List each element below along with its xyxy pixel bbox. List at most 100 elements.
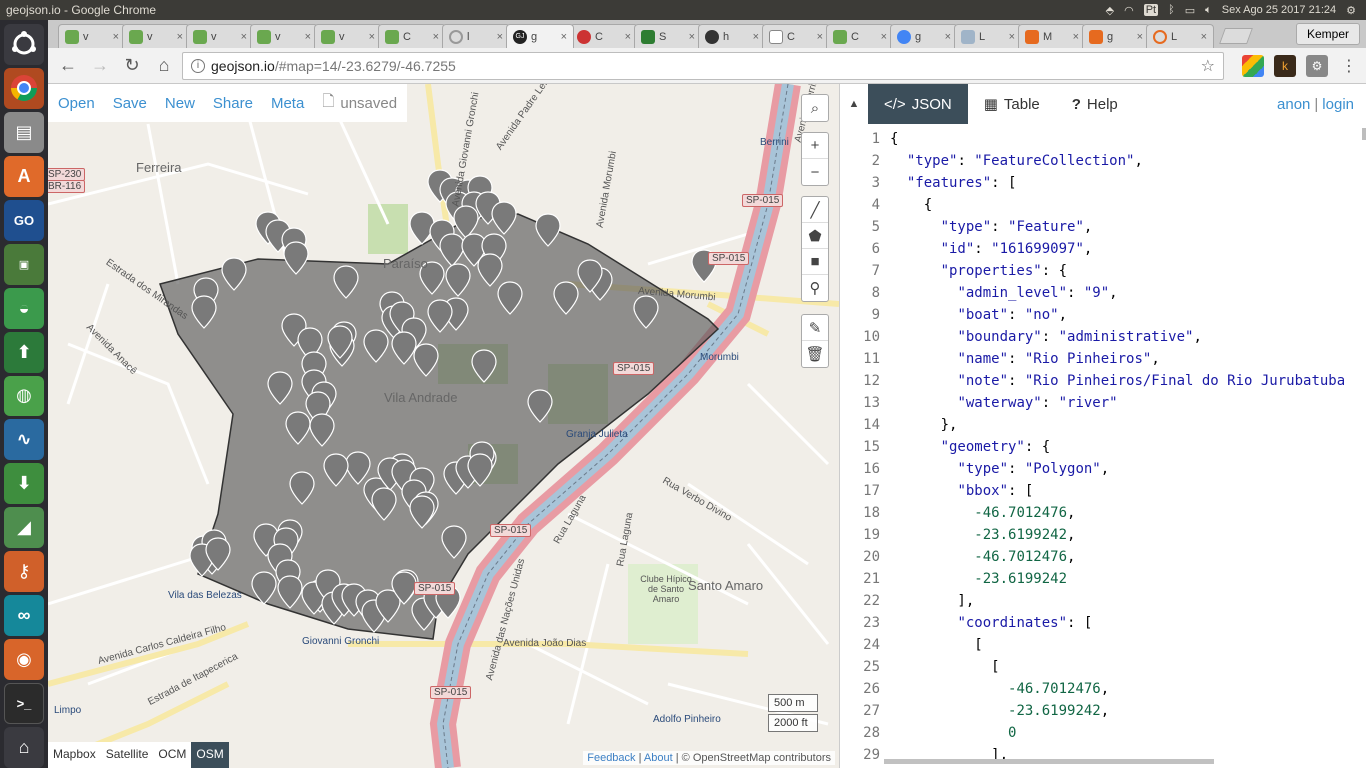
- layer-ocm[interactable]: OCM: [153, 742, 191, 768]
- address-bar[interactable]: i geojson.io/#map=14/-23.6279/-46.7255 ☆: [182, 51, 1224, 80]
- zoom-out-button[interactable]: −: [802, 159, 828, 185]
- map-marker-icon[interactable]: [345, 451, 371, 485]
- map-marker-icon[interactable]: [439, 233, 465, 267]
- meta-button[interactable]: Meta: [271, 95, 304, 112]
- close-icon[interactable]: ×: [369, 31, 375, 43]
- save-button[interactable]: Save: [113, 95, 147, 112]
- close-icon[interactable]: ×: [1009, 31, 1015, 43]
- tab-json[interactable]: </> JSON: [868, 84, 968, 124]
- forward-button[interactable]: →: [86, 52, 114, 80]
- collapse-sidebar-icon[interactable]: ▲: [840, 84, 868, 124]
- map-marker-icon[interactable]: [323, 453, 349, 487]
- browser-tab[interactable]: l ×: [442, 24, 510, 48]
- draw-line-icon[interactable]: ╱: [802, 197, 828, 223]
- mongodb-icon[interactable]: ◍: [4, 375, 44, 417]
- map-marker-icon[interactable]: [309, 413, 335, 447]
- map-marker-icon[interactable]: [427, 299, 453, 333]
- close-icon[interactable]: ×: [305, 31, 311, 43]
- close-icon[interactable]: ×: [433, 31, 439, 43]
- close-icon[interactable]: ×: [241, 31, 247, 43]
- browser-tab[interactable]: C ×: [378, 24, 446, 48]
- map-marker-icon[interactable]: [471, 349, 497, 383]
- info-icon[interactable]: i: [191, 58, 205, 73]
- clock[interactable]: Sex Ago 25 2017 21:24: [1222, 4, 1336, 16]
- draw-rectangle-icon[interactable]: ■: [802, 249, 828, 275]
- browser-tab[interactable]: C ×: [570, 24, 638, 48]
- map-marker-icon[interactable]: [553, 281, 579, 315]
- browser-tab[interactable]: g ×: [1082, 24, 1150, 48]
- close-icon[interactable]: ×: [753, 31, 759, 43]
- browser-tab[interactable]: v ×: [58, 24, 126, 48]
- map-marker-icon[interactable]: [285, 411, 311, 445]
- close-icon[interactable]: ×: [625, 31, 631, 43]
- spreadsheet-icon[interactable]: ◢: [4, 507, 44, 549]
- bluetooth-icon[interactable]: ᛒ: [1168, 4, 1175, 16]
- map-marker-icon[interactable]: [453, 205, 479, 239]
- volume-icon[interactable]: 🔈︎: [1205, 4, 1212, 17]
- map-marker-icon[interactable]: [333, 265, 359, 299]
- close-icon[interactable]: ×: [945, 31, 951, 43]
- key-icon[interactable]: ⚷: [4, 551, 44, 593]
- map-marker-icon[interactable]: [289, 471, 315, 505]
- browser-tab-active[interactable]: GJ g ×: [506, 24, 574, 48]
- close-icon[interactable]: ×: [1201, 31, 1207, 43]
- extension-gear-icon[interactable]: ⚙: [1306, 54, 1328, 77]
- firefox-icon[interactable]: ◉: [4, 639, 44, 681]
- trash-icon[interactable]: ⌂: [4, 727, 44, 768]
- files-icon[interactable]: ▤: [4, 111, 44, 153]
- terminal-app-icon[interactable]: ▣: [4, 243, 44, 285]
- browser-tab[interactable]: S ×: [634, 24, 702, 48]
- code-area[interactable]: { "type": "FeatureCollection", "features…: [890, 128, 1345, 764]
- goland-icon[interactable]: GO: [4, 199, 44, 241]
- close-icon[interactable]: ×: [881, 31, 887, 43]
- battery-icon[interactable]: ▭: [1185, 4, 1195, 17]
- map-marker-icon[interactable]: [491, 201, 517, 235]
- horizontal-scrollbar[interactable]: [884, 759, 1214, 764]
- anon-link[interactable]: anon: [1277, 96, 1310, 113]
- browser-tab[interactable]: v ×: [122, 24, 190, 48]
- browser-tab[interactable]: M ×: [1018, 24, 1086, 48]
- browser-tab[interactable]: L ×: [954, 24, 1022, 48]
- map-marker-icon[interactable]: [497, 281, 523, 315]
- bookmark-star-icon[interactable]: ☆: [1201, 56, 1215, 76]
- tab-help[interactable]: ? Help: [1056, 84, 1134, 124]
- turtle-icon[interactable]: ◒: [4, 287, 44, 329]
- reload-button[interactable]: ↻: [118, 52, 146, 80]
- home-button[interactable]: ⌂: [150, 52, 178, 80]
- map-marker-icon[interactable]: [633, 295, 659, 329]
- browser-tab[interactable]: C ×: [762, 24, 830, 48]
- map-marker-icon[interactable]: [221, 257, 247, 291]
- map-marker-icon[interactable]: [391, 331, 417, 365]
- draw-polygon-icon[interactable]: ⬟: [802, 223, 828, 249]
- browser-tab[interactable]: L ×: [1146, 24, 1214, 48]
- map-view[interactable]: Paraíso Vila Andrade Ferreira Santo Amar…: [48, 84, 839, 768]
- dropbox-icon[interactable]: ⬘: [1106, 4, 1114, 17]
- extension-k-icon[interactable]: k: [1274, 54, 1296, 77]
- map-marker-icon[interactable]: [267, 371, 293, 405]
- back-button[interactable]: ←: [54, 52, 82, 80]
- profile-button[interactable]: Kemper: [1295, 23, 1360, 45]
- map-marker-icon[interactable]: [445, 263, 471, 297]
- about-link[interactable]: About: [644, 752, 673, 764]
- chrome-menu-icon[interactable]: ⋮: [1338, 55, 1360, 77]
- chrome-icon[interactable]: [4, 67, 44, 109]
- terminal-icon[interactable]: >_: [4, 683, 44, 725]
- open-button[interactable]: Open: [58, 95, 95, 112]
- layer-satellite[interactable]: Satellite: [101, 742, 154, 768]
- close-icon[interactable]: ×: [817, 31, 823, 43]
- map-marker-icon[interactable]: [371, 487, 397, 521]
- edit-icon[interactable]: ✎: [802, 315, 828, 341]
- ubuntu-dash-icon[interactable]: [4, 24, 44, 65]
- map-marker-icon[interactable]: [283, 241, 309, 275]
- json-editor[interactable]: 1 2 3 4 5 6 7 8 9 10 11 12 13 14 15 16 17 18 19 20 21 22 23 24 2…: [840, 128, 1366, 764]
- map-marker-icon[interactable]: [409, 495, 435, 529]
- search-icon[interactable]: ⌕: [802, 95, 828, 121]
- map-marker-icon[interactable]: [527, 389, 553, 423]
- close-icon[interactable]: ×: [113, 31, 119, 43]
- software-center-icon[interactable]: A: [4, 155, 44, 197]
- close-icon[interactable]: ×: [1137, 31, 1143, 43]
- gear-icon[interactable]: ⚙: [1346, 4, 1356, 17]
- close-icon[interactable]: ×: [1073, 31, 1079, 43]
- share-button[interactable]: Share: [213, 95, 253, 112]
- extension-color-icon[interactable]: [1242, 54, 1264, 77]
